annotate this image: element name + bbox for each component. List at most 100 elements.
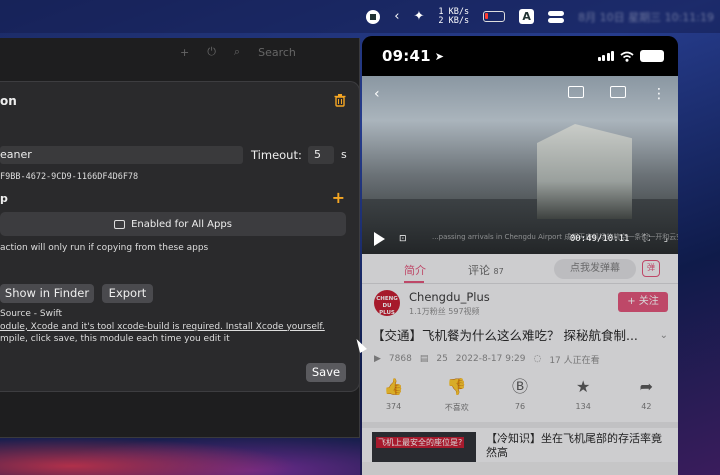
comment-count: 87 [493, 267, 504, 276]
danmaku-toggle-icon[interactable]: ⊡ [399, 234, 407, 244]
like-button[interactable]: 👍 374 [374, 378, 414, 422]
back-icon[interactable]: ‹ [374, 86, 380, 102]
pip-icon[interactable] [568, 86, 584, 98]
timeout-unit: s [341, 148, 347, 161]
coin-icon: Ⓑ [511, 377, 528, 396]
star-icon: ★ [575, 377, 591, 396]
wifi-icon [620, 51, 634, 62]
chevron-left-icon[interactable]: ‹ [394, 9, 399, 24]
publish-date: 2022-8-17 9:29 [455, 354, 526, 364]
control-center-icon[interactable] [548, 10, 565, 23]
net-down: 2 KB/s [438, 15, 470, 26]
phone-battery-icon [640, 50, 664, 62]
ios-status-bar: 09:41 ➤ [362, 36, 678, 76]
menu-bar: ‹ ✦ 1 KB/s 2 KB/s A 8月 10日 星期三 10:11:19 [0, 0, 720, 33]
danmaku-count: 25 [436, 354, 448, 364]
network-speed[interactable]: 1 KB/s 2 KB/s [438, 7, 470, 26]
rotate-icon[interactable]: ⌟ [664, 234, 668, 244]
avatar[interactable]: CHENG DU PLUS [374, 290, 400, 316]
save-button[interactable]: Save [306, 363, 346, 382]
dislike-label: 不喜欢 [444, 403, 469, 412]
detail-tabs: 简介 评论 87 点我发弹幕 弹 [362, 254, 678, 284]
trash-icon[interactable] [333, 93, 347, 107]
action-name-field[interactable]: eaner [0, 146, 243, 164]
video-bottom-controls: ⊡ 00:49/10:11 ⛶ ⌟ [374, 232, 668, 246]
status-time: 09:41 [382, 47, 431, 65]
tab-intro[interactable]: 简介 [404, 262, 426, 278]
tab-underline [404, 281, 424, 283]
danmaku-icon[interactable]: 弹 [642, 260, 660, 277]
recommended-title[interactable]: 【冷知识】坐在飞机尾部的存活率竟然高 [486, 432, 672, 460]
video-meta: ▶ 7868 ▤ 25 2022-8-17 9:29 ◌ 17 人正在看 [362, 348, 678, 370]
fullscreen-icon[interactable]: ⛶ [643, 234, 649, 244]
follow-button[interactable]: + 关注 [618, 292, 668, 312]
watching-icon: ◌ [533, 354, 542, 364]
video-timestamp: 00:49/10:11 [569, 234, 630, 244]
add-app-icon[interactable]: + [332, 188, 345, 207]
action-editor-panel: on eaner Timeout: 5 s F9BB-4672-9CD9-116… [0, 81, 360, 392]
section-label: p [0, 192, 8, 205]
recommended-thumbnail[interactable]: 飞机上最安全的座位是? [372, 432, 476, 462]
source-info: Source - Swift odule, Xcode and it's too… [0, 308, 360, 346]
phone-mirror-window: 09:41 ➤ ‹ ⋮ ...passing arrivals in Cheng… [362, 36, 678, 475]
danmaku-count-icon: ▤ [419, 354, 429, 364]
uploader-name[interactable]: Chengdu_Plus [409, 290, 490, 304]
battery-icon[interactable] [483, 11, 506, 22]
tab-comments-label: 评论 [468, 264, 490, 277]
share-icon: ➦ [639, 377, 654, 396]
apps-hint: action will only run if copying from the… [0, 243, 209, 253]
export-button[interactable]: Export [102, 284, 153, 303]
share-count: 42 [641, 402, 652, 411]
compile-hint: mpile, click save, this module each time… [0, 334, 230, 344]
dislike-icon: 👎 [446, 377, 467, 396]
recommended-video[interactable]: 飞机上最安全的座位是? 【冷知识】坐在飞机尾部的存活率竟然高 [362, 422, 678, 462]
enabled-apps-label: Enabled for All Apps [131, 218, 232, 230]
like-icon: 👍 [383, 377, 404, 396]
coin-button[interactable]: Ⓑ 76 [500, 378, 540, 422]
show-in-finder-button[interactable]: Show in Finder [0, 284, 94, 303]
chevron-down-icon[interactable]: ⌄ [660, 324, 668, 348]
cellular-signal-icon [597, 51, 614, 61]
timeout-label: Timeout: [251, 148, 302, 162]
location-arrow-icon: ➤ [434, 49, 444, 63]
video-title[interactable]: 【交通】飞机餐为什么这么难吃？ 探秘航食制... ⌄ [362, 324, 678, 348]
video-top-controls: ‹ ⋮ [374, 86, 666, 102]
action-uuid: F9BB-4672-9CD9-1166DF4D6F78 [0, 172, 139, 182]
tab-comments[interactable]: 评论 87 [468, 262, 504, 278]
search-icon[interactable]: ⌕ [234, 45, 240, 59]
add-icon[interactable]: + [180, 46, 189, 59]
uploader-row: CHENG DU PLUS Chengdu_Plus 1.1万粉丝 597视频 … [362, 284, 678, 324]
tv-cast-icon[interactable] [610, 86, 626, 98]
send-danmaku-button[interactable]: 点我发弹幕 [554, 259, 636, 279]
action-bar: 👍 374 👎 不喜欢 Ⓑ 76 ★ 134 ➦ 42 [362, 370, 678, 422]
coin-count: 76 [514, 402, 526, 411]
panel-title: on [0, 94, 17, 108]
video-details: 简介 评论 87 点我发弹幕 弹 CHENG DU PLUS Chengdu_P… [362, 254, 678, 475]
views-icon: ▶ [374, 354, 381, 364]
app-window-icon [114, 219, 126, 229]
view-count: 7868 [388, 354, 412, 364]
favorite-button[interactable]: ★ 134 [563, 378, 603, 422]
share-button[interactable]: ➦ 42 [626, 378, 666, 422]
power-icon[interactable]: ⏻ [207, 45, 216, 59]
like-count: 374 [385, 402, 402, 411]
enabled-apps-button[interactable]: Enabled for All Apps [0, 212, 346, 236]
watching-count: 17 人正在看 [549, 355, 600, 366]
input-source-icon[interactable]: A [519, 9, 535, 24]
video-title-text: 【交通】飞机餐为什么这么难吃？ 探秘航食制... [372, 328, 638, 343]
video-truck [537, 124, 632, 219]
search-placeholder[interactable]: Search [258, 46, 296, 59]
thumbnail-caption: 飞机上最安全的座位是? [376, 437, 465, 448]
play-icon[interactable] [374, 232, 385, 246]
xcode-requirement-link[interactable]: odule, Xcode and it's tool xcode-build i… [0, 321, 360, 334]
app-window: + ⏻ ⌕ Search on eaner Timeout: 5 s F9BB-… [0, 38, 360, 438]
video-player[interactable]: ‹ ⋮ ...passing arrivals in Chengdu Airpo… [362, 76, 678, 254]
party-popper-icon[interactable]: ✦ [413, 9, 424, 24]
timeout-field[interactable]: 5 [308, 146, 334, 164]
dislike-button[interactable]: 👎 不喜欢 [437, 378, 477, 422]
more-icon[interactable]: ⋮ [652, 86, 666, 102]
screen-record-icon[interactable] [366, 9, 381, 24]
uploader-stats: 1.1万粉丝 597视频 [409, 307, 480, 316]
window-toolbar: + ⏻ ⌕ Search [0, 38, 359, 66]
menubar-clock[interactable]: 8月 10日 星期三 10:11:19 [578, 9, 714, 25]
